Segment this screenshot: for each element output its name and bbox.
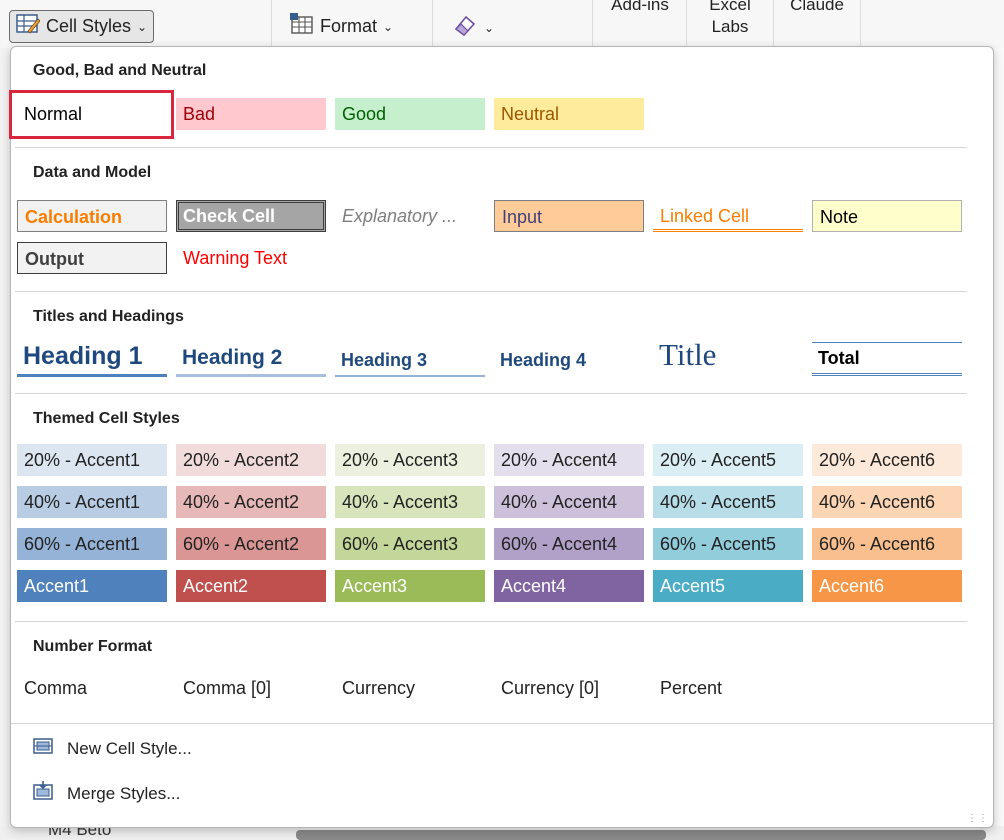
style-themed-accent4[interactable]: Accent4 (494, 570, 644, 602)
format-icon (290, 13, 314, 40)
ribbon-divider (432, 0, 433, 46)
tab-excel-labs-line1: Excel (709, 0, 751, 14)
clear-button[interactable]: ⌄ (452, 13, 494, 42)
style-themed-20-accent2[interactable]: 20% - Accent2 (176, 444, 326, 476)
style-input[interactable]: Input (494, 200, 644, 232)
ribbon: Cell Styles ⌄ Format ⌄ ⌄ Add-ins Excel L… (0, 0, 1004, 48)
eraser-icon (452, 13, 478, 42)
ribbon-divider (271, 0, 272, 46)
format-button[interactable]: Format ⌄ (290, 13, 393, 40)
ribbon-divider (773, 0, 774, 46)
style-currency[interactable]: Currency (335, 672, 485, 704)
style-themed-accent3[interactable]: Accent3 (335, 570, 485, 602)
style-total[interactable]: Total (812, 342, 962, 376)
style-themed-60-accent1[interactable]: 60% - Accent1 (17, 528, 167, 560)
section-title-data-model: Data and Model (33, 164, 152, 181)
tab-claude[interactable]: Claude (786, 0, 848, 16)
section-title-good-bad-neutral: Good, Bad and Neutral (33, 62, 207, 79)
style-neutral[interactable]: Neutral (494, 98, 644, 130)
section-title-themed: Themed Cell Styles (33, 410, 180, 427)
style-themed-accent2[interactable]: Accent2 (176, 570, 326, 602)
style-themed-20-accent6[interactable]: 20% - Accent6 (812, 444, 962, 476)
section-divider (15, 147, 967, 148)
horizontal-scrollbar[interactable] (296, 830, 986, 840)
style-comma-0[interactable]: Comma [0] (176, 672, 326, 704)
style-themed-60-accent3[interactable]: 60% - Accent3 (335, 528, 485, 560)
style-linked-cell[interactable]: Linked Cell (653, 200, 803, 232)
style-themed-60-accent4[interactable]: 60% - Accent4 (494, 528, 644, 560)
style-comma[interactable]: Comma (17, 672, 167, 704)
cell-styles-icon (16, 13, 41, 40)
ribbon-divider (592, 0, 593, 46)
section-divider (15, 393, 967, 394)
style-themed-40-accent2[interactable]: 40% - Accent2 (176, 486, 326, 518)
resize-grip-icon[interactable]: ⋮⋮ (967, 813, 989, 824)
style-themed-20-accent1[interactable]: 20% - Accent1 (17, 444, 167, 476)
style-themed-20-accent4[interactable]: 20% - Accent4 (494, 444, 644, 476)
style-themed-20-accent3[interactable]: 20% - Accent3 (335, 444, 485, 476)
style-themed-20-accent5[interactable]: 20% - Accent5 (653, 444, 803, 476)
style-currency-0[interactable]: Currency [0] (494, 672, 644, 704)
merge-styles-icon (33, 781, 53, 806)
style-themed-60-accent2[interactable]: 60% - Accent2 (176, 528, 326, 560)
style-good[interactable]: Good (335, 98, 485, 130)
chevron-down-icon: ⌄ (137, 19, 148, 34)
new-cell-style-menu-item[interactable]: New Cell Style... (33, 737, 192, 760)
style-percent[interactable]: Percent (653, 672, 803, 704)
style-normal[interactable]: Normal (17, 98, 167, 130)
cell-styles-button[interactable]: Cell Styles ⌄ (9, 10, 154, 43)
tab-excel-labs[interactable]: Excel Labs (700, 0, 760, 38)
chevron-down-icon: ⌄ (484, 20, 495, 35)
style-heading-2[interactable]: Heading 2 (176, 341, 326, 377)
footer-divider (11, 723, 993, 724)
style-themed-accent6[interactable]: Accent6 (812, 570, 962, 602)
ribbon-divider (686, 0, 687, 46)
style-bad[interactable]: Bad (176, 98, 326, 130)
new-cell-style-icon (33, 737, 53, 760)
chevron-down-icon: ⌄ (383, 19, 394, 34)
style-heading-1[interactable]: Heading 1 (17, 339, 167, 377)
section-title-titles-headings: Titles and Headings (33, 308, 184, 325)
worksheet-edge (994, 48, 1004, 840)
style-themed-accent1[interactable]: Accent1 (17, 570, 167, 602)
style-heading-4[interactable]: Heading 4 (494, 343, 644, 377)
new-cell-style-label: New Cell Style... (67, 738, 192, 758)
style-themed-60-accent6[interactable]: 60% - Accent6 (812, 528, 962, 560)
style-warning-text[interactable]: Warning Text (176, 242, 326, 274)
style-themed-40-accent4[interactable]: 40% - Accent4 (494, 486, 644, 518)
format-label: Format (320, 16, 378, 36)
style-output[interactable]: Output (17, 242, 167, 274)
section-divider (15, 621, 967, 622)
section-title-number-format: Number Format (33, 638, 153, 655)
style-title[interactable]: Title (653, 335, 803, 375)
style-themed-40-accent1[interactable]: 40% - Accent1 (17, 486, 167, 518)
style-check-cell[interactable]: Check Cell (176, 200, 326, 232)
ribbon-divider (860, 0, 861, 46)
merge-styles-label: Merge Styles... (67, 783, 181, 803)
section-divider (15, 291, 967, 292)
tab-excel-labs-line2: Labs (711, 17, 749, 36)
style-themed-accent5[interactable]: Accent5 (653, 570, 803, 602)
cell-styles-gallery: Good, Bad and Neutral Normal Bad Good Ne… (9, 46, 994, 828)
style-themed-40-accent6[interactable]: 40% - Accent6 (812, 486, 962, 518)
cell-styles-label: Cell Styles (46, 16, 132, 36)
style-heading-3[interactable]: Heading 3 (335, 343, 485, 377)
style-themed-40-accent5[interactable]: 40% - Accent5 (653, 486, 803, 518)
tab-add-ins[interactable]: Add-ins (610, 0, 670, 16)
style-explanatory[interactable]: Explanatory ... (335, 200, 485, 232)
style-note[interactable]: Note (812, 200, 962, 232)
style-themed-40-accent3[interactable]: 40% - Accent3 (335, 486, 485, 518)
merge-styles-menu-item[interactable]: Merge Styles... (33, 781, 180, 806)
style-calculation[interactable]: Calculation (17, 200, 167, 232)
style-themed-60-accent5[interactable]: 60% - Accent5 (653, 528, 803, 560)
